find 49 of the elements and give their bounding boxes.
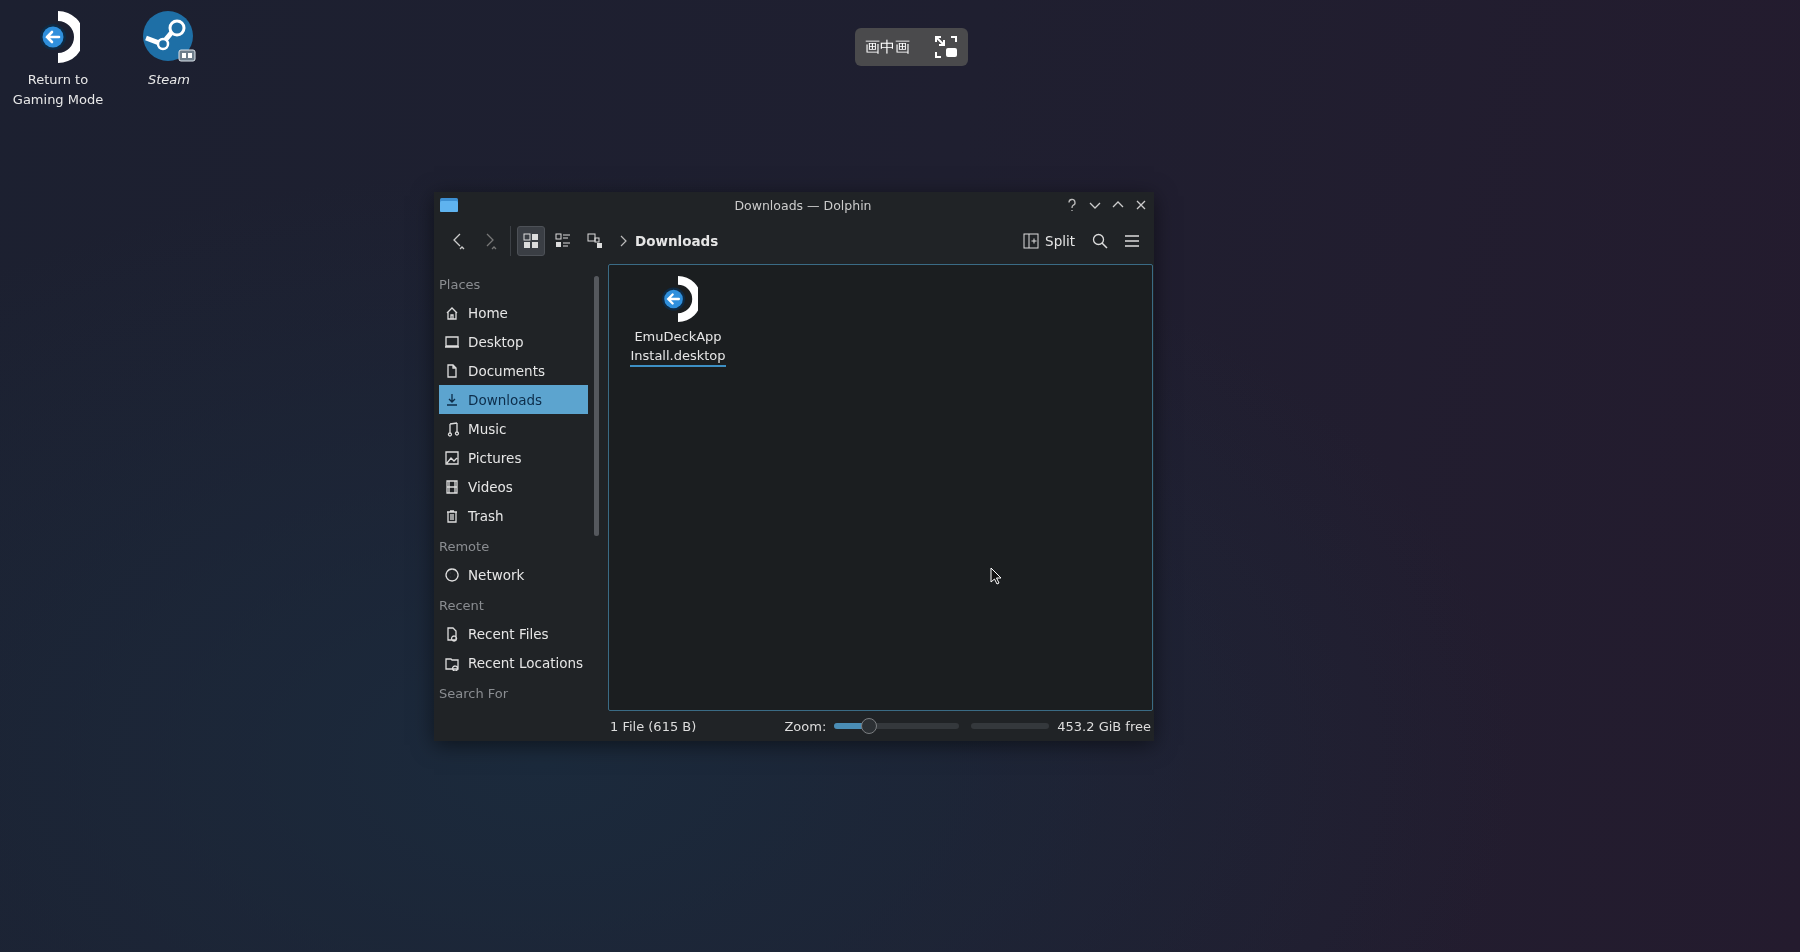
pip-label[interactable]: 画中画 <box>865 37 910 57</box>
document-icon <box>444 362 460 379</box>
help-icon[interactable] <box>1065 198 1079 212</box>
view-mode-button[interactable] <box>517 226 545 256</box>
list-icon <box>555 233 571 249</box>
steam-logo-icon[interactable] <box>142 10 196 64</box>
grid-icon <box>523 233 539 249</box>
zoom-slider[interactable] <box>834 718 960 734</box>
sidebar-item[interactable]: Trash <box>439 501 589 530</box>
menu-icon <box>1124 234 1140 248</box>
sidebar-item[interactable]: Documents <box>439 356 589 385</box>
zoom-label: Zoom: <box>784 718 827 734</box>
sidebar-item[interactable]: Pictures <box>439 443 589 472</box>
scrollbar[interactable] <box>594 276 599 536</box>
split-button[interactable]: Split <box>1016 226 1082 256</box>
file-name[interactable]: EmuDeckApp Install.desktop <box>630 327 726 367</box>
desktop-icon-label[interactable]: Steam <box>148 70 190 90</box>
close-icon[interactable] <box>1134 198 1148 212</box>
sidebar-section-heading: Remote <box>439 538 491 556</box>
sidebar-item[interactable]: Recent Locations <box>439 648 589 677</box>
free-space-label: 453.2 GiB free <box>1057 718 1151 734</box>
folder-icon <box>440 198 458 212</box>
sidebar-section-heading: Recent <box>439 597 485 615</box>
sidebar-section-heading: Search For <box>439 685 510 703</box>
sidebar-item[interactable]: Music <box>439 414 589 443</box>
download-icon <box>444 391 460 408</box>
trash-icon <box>444 507 460 524</box>
recent-file-icon <box>444 625 460 642</box>
sidebar-item[interactable]: Network <box>439 560 589 589</box>
sidebar-item[interactable]: Recent Files <box>439 619 589 648</box>
sidebar-item[interactable]: Videos <box>439 472 589 501</box>
film-icon <box>444 478 460 495</box>
breadcrumb-item[interactable]: Downloads <box>635 233 719 249</box>
desktop-icon-label[interactable]: Return to Gaming Mode <box>12 70 104 110</box>
sidebar-item[interactable]: Home <box>439 298 589 327</box>
picture-icon <box>444 449 460 466</box>
sidebar-section-heading: Places <box>439 276 482 294</box>
sidebar-item[interactable]: Downloads <box>439 385 589 414</box>
slider-thumb[interactable] <box>861 718 878 734</box>
tree-icon <box>587 233 603 249</box>
chevron-right-icon <box>619 235 627 247</box>
window-title: Downloads — Dolphin <box>733 197 873 213</box>
split-view-icon <box>1023 233 1040 249</box>
sidebar-item[interactable]: Desktop <box>439 327 589 356</box>
exit-fullscreen-icon[interactable] <box>934 36 958 58</box>
mouse-cursor-icon <box>990 567 1002 585</box>
search-icon <box>1092 233 1108 249</box>
monitor-icon <box>444 333 460 350</box>
status-summary: 1 File (615 B) <box>610 718 697 734</box>
